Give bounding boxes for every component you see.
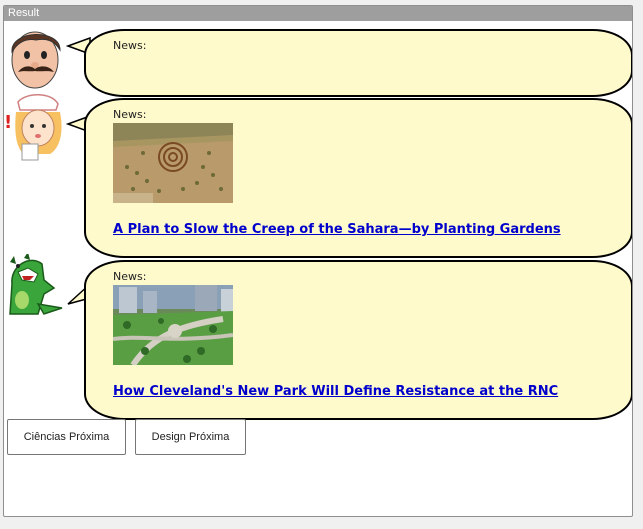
green-dinosaur-avatar [9, 254, 63, 315]
news-label: News: [113, 270, 147, 283]
message-row: News: How Cleveland's New Park Will Defi… [4, 254, 632, 420]
sahara-garden-thumbnail[interactable] [113, 123, 233, 203]
design-next-button[interactable]: Design Próxima [135, 419, 246, 455]
speech-bubble: News: A Plan to Slow the Creep of the Sa… [84, 98, 632, 258]
message-row: News: [4, 22, 632, 97]
nurse-girl-avatar: ! [4, 94, 62, 161]
ciencias-next-button[interactable]: Ciências Próxima [7, 419, 126, 455]
headline-link[interactable]: How Cleveland's New Park Will Define Res… [113, 384, 611, 399]
news-label: News: [113, 39, 147, 52]
speech-bubble: News: [84, 29, 632, 97]
message-row: ! News: A Plan to Slow the Creep of the … [4, 92, 632, 262]
result-window: Result News: ! News: A Plan to Slow the … [3, 5, 633, 517]
headline-link[interactable]: A Plan to Slow the Creep of the Sahara—b… [113, 222, 611, 237]
mustache-man-avatar [11, 31, 61, 89]
window-title: Result [4, 6, 632, 21]
cleveland-park-thumbnail[interactable] [113, 285, 233, 365]
svg-text:!: ! [4, 112, 12, 133]
news-label: News: [113, 108, 147, 121]
speech-bubble: News: How Cleveland's New Park Will Defi… [84, 260, 632, 420]
